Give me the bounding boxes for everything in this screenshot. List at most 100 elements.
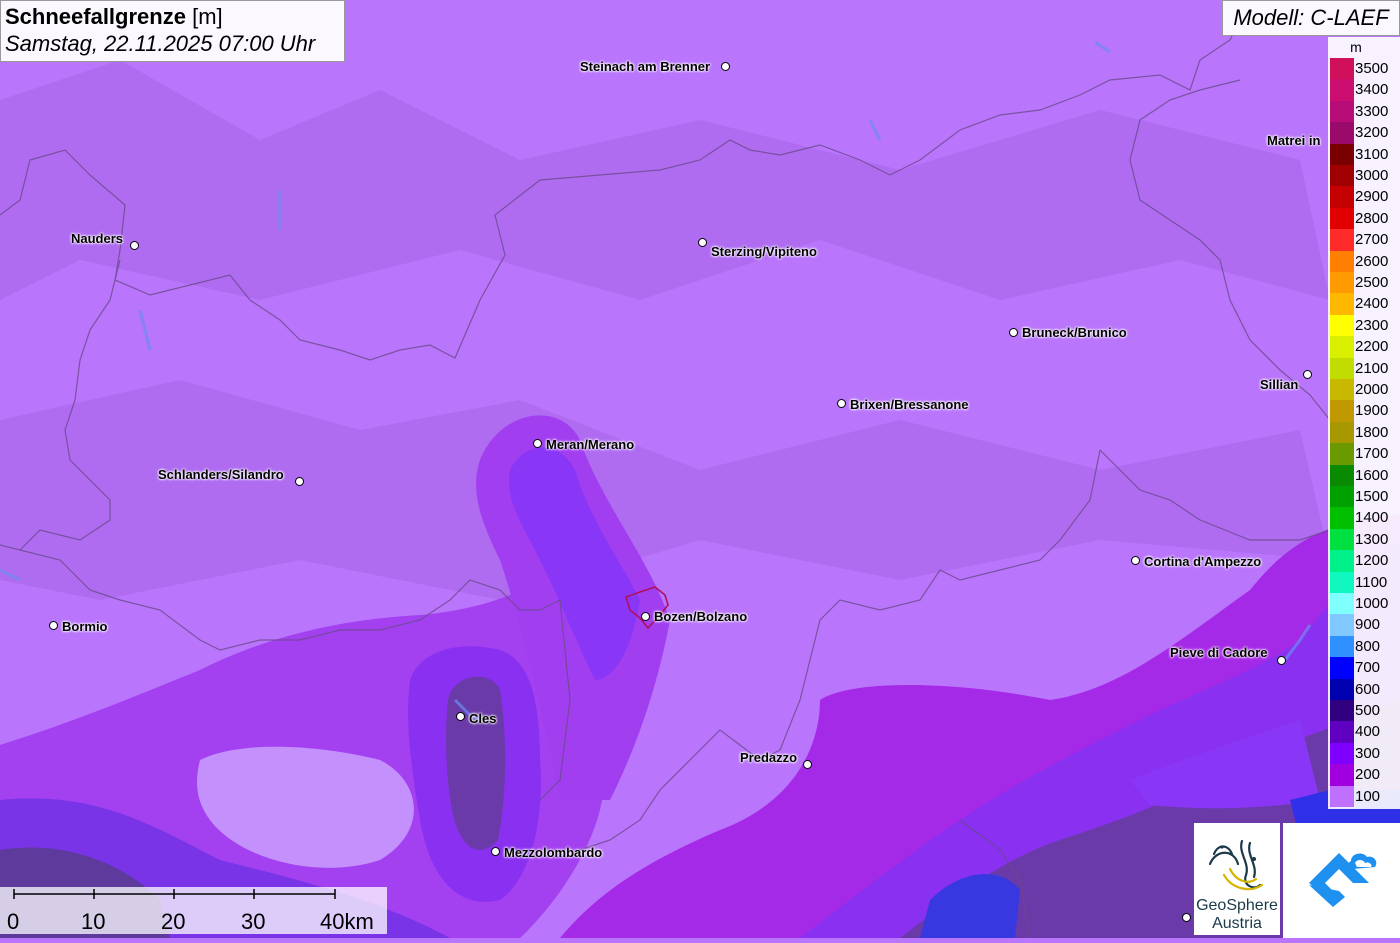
legend-label-300: 300 <box>1355 744 1381 762</box>
legend-label-200: 200 <box>1355 766 1381 784</box>
legend-label-2400: 2400 <box>1355 295 1389 313</box>
city-label-meran-merano[interactable]: Meran/Merano <box>546 437 634 452</box>
title-box: Schneefallgrenze [m] Samstag, 22.11.2025… <box>0 0 345 62</box>
legend-label-600: 600 <box>1355 680 1381 698</box>
city-label-steinach-am-brenner[interactable]: Steinach am Brenner <box>580 59 710 74</box>
legend-swatch-2300 <box>1330 314 1354 337</box>
legend-label-3400: 3400 <box>1355 81 1389 99</box>
city-marker-predazzo[interactable] <box>803 760 812 769</box>
city-marker-sillian[interactable] <box>1303 370 1312 379</box>
legend-label-1900: 1900 <box>1355 402 1389 420</box>
legend-swatch-3300 <box>1330 100 1354 123</box>
map-title-main: Schneefallgrenze <box>5 4 186 29</box>
legend-label-1500: 1500 <box>1355 488 1389 505</box>
legend-label-2100: 2100 <box>1355 359 1389 377</box>
city-label-schlanders-silandro[interactable]: Schlanders/Silandro <box>158 467 284 482</box>
legend-swatch-3200 <box>1330 122 1354 144</box>
legend-swatch-400 <box>1330 721 1354 743</box>
city-marker-cles[interactable] <box>456 712 465 721</box>
scale-tick-0: 0 <box>7 909 20 934</box>
city-label-nauders[interactable]: Nauders <box>71 231 123 246</box>
legend-swatch-2900 <box>1330 186 1354 208</box>
legend-swatch-2700 <box>1330 229 1354 251</box>
scale-tick-30: 30 <box>241 909 266 934</box>
city-marker-schlanders-silandro[interactable] <box>295 477 304 486</box>
scale-bar-line <box>13 889 336 899</box>
scale-tick-10: 10 <box>81 909 106 934</box>
city-label-predazzo[interactable]: Predazzo <box>740 750 797 765</box>
legend-label-1100: 1100 <box>1355 573 1388 591</box>
weather-app-logo[interactable] <box>1283 823 1400 938</box>
city-marker-bozen-bolzano[interactable] <box>641 612 650 621</box>
city-label-brixen-bressanone[interactable]: Brixen/Bressanone <box>850 397 969 412</box>
city-marker-sterzing-vipiteno[interactable] <box>698 238 707 247</box>
city-label-pieve-di-cadore[interactable]: Pieve di Cadore <box>1170 645 1268 660</box>
legend-label-800: 800 <box>1355 637 1381 655</box>
legend-swatch-900 <box>1330 614 1354 636</box>
legend-label-700: 700 <box>1355 659 1381 677</box>
legend-label-3300: 3300 <box>1355 102 1389 120</box>
city-marker-steinach-am-brenner[interactable] <box>721 62 730 71</box>
city-label-bruneck-brunico[interactable]: Bruneck/Brunico <box>1022 325 1127 340</box>
city-marker-nauders[interactable] <box>130 241 139 250</box>
map-title-unit: [m] <box>192 4 223 29</box>
city-label-sterzing-vipiteno[interactable]: Sterzing/Vipiteno <box>711 244 817 259</box>
geosphere-line1: GeoSphere <box>1196 897 1278 914</box>
legend-label-2700: 2700 <box>1355 231 1389 249</box>
legend-swatch-100 <box>1330 785 1354 807</box>
legend-label-2500: 2500 <box>1355 274 1389 291</box>
legend-label-2600: 2600 <box>1355 252 1389 270</box>
legend-swatch-800 <box>1330 635 1354 658</box>
legend-label-1300: 1300 <box>1355 530 1389 548</box>
color-legend: m 3500 3400 3300 3200 3100 3000 2900 2800 2700 26… <box>1328 37 1400 809</box>
legend-swatch-700 <box>1330 657 1354 679</box>
legend-label-400: 400 <box>1355 723 1381 741</box>
city-label-matrei-in[interactable]: Matrei in <box>1267 133 1320 148</box>
geosphere-logo[interactable]: GeoSphere Austria <box>1194 823 1280 935</box>
geosphere-swirl-icon <box>1208 839 1264 891</box>
legend-swatch-1600 <box>1330 464 1354 486</box>
city-marker-mezzolombardo[interactable] <box>491 847 500 856</box>
legend-label-1700: 1700 <box>1355 445 1389 463</box>
legend-label-1800: 1800 <box>1355 423 1389 441</box>
city-marker-brixen-bressanone[interactable] <box>837 399 846 408</box>
legend-label-2300: 2300 <box>1355 316 1389 334</box>
city-marker-pieve-di-cadore[interactable] <box>1277 656 1286 665</box>
city-label-cortina-d-ampezzo[interactable]: Cortina d'Ampezzo <box>1144 554 1261 569</box>
city-marker-bruneck-brunico[interactable] <box>1009 328 1018 337</box>
city-label-cles[interactable]: Cles <box>469 711 496 726</box>
legend-swatch-3400 <box>1330 79 1354 101</box>
legend-swatch-2500 <box>1330 272 1354 294</box>
legend-label-1200: 1200 <box>1355 552 1389 570</box>
legend-swatch-1100 <box>1330 571 1354 593</box>
city-label-bormio[interactable]: Bormio <box>62 619 108 634</box>
legend-label-100: 100 <box>1355 787 1381 805</box>
city-marker-cortina-d-ampezzo[interactable] <box>1131 556 1140 565</box>
legend-unit: m <box>1350 39 1362 55</box>
city-label-mezzolombardo[interactable]: Mezzolombardo <box>504 845 602 860</box>
legend-label-1400: 1400 <box>1355 509 1389 527</box>
city-marker-unlabeled[interactable] <box>1182 913 1191 922</box>
legend-swatch-500 <box>1330 700 1354 722</box>
legend-swatch-1800 <box>1330 421 1354 444</box>
legend-swatch-1200 <box>1330 550 1354 572</box>
legend-swatch-1300 <box>1330 528 1354 551</box>
city-marker-meran-merano[interactable] <box>533 439 542 448</box>
legend-swatch-200 <box>1330 764 1354 786</box>
legend-swatch-1900 <box>1330 400 1354 422</box>
geosphere-line2: Austria <box>1212 915 1262 932</box>
model-label: Modell: C-LAEF <box>1222 0 1400 36</box>
legend-label-500: 500 <box>1355 702 1381 719</box>
city-label-sillian[interactable]: Sillian <box>1260 377 1298 392</box>
legend-swatch-3100 <box>1330 143 1354 165</box>
legend-swatch-2400 <box>1330 293 1354 315</box>
city-marker-bormio[interactable] <box>49 621 58 630</box>
city-label-bozen-bolzano[interactable]: Bozen/Bolzano <box>654 609 747 624</box>
scale-tick-40km: 40km <box>320 909 374 934</box>
map-title: Schneefallgrenze [m] <box>5 4 340 30</box>
scale-bar: 0 10 20 30 40km <box>0 887 387 934</box>
legend-label-3000: 3000 <box>1355 167 1389 184</box>
legend-swatch-2100 <box>1330 357 1354 379</box>
legend-label-2000: 2000 <box>1355 381 1389 398</box>
legend-swatch-2000 <box>1330 379 1354 401</box>
